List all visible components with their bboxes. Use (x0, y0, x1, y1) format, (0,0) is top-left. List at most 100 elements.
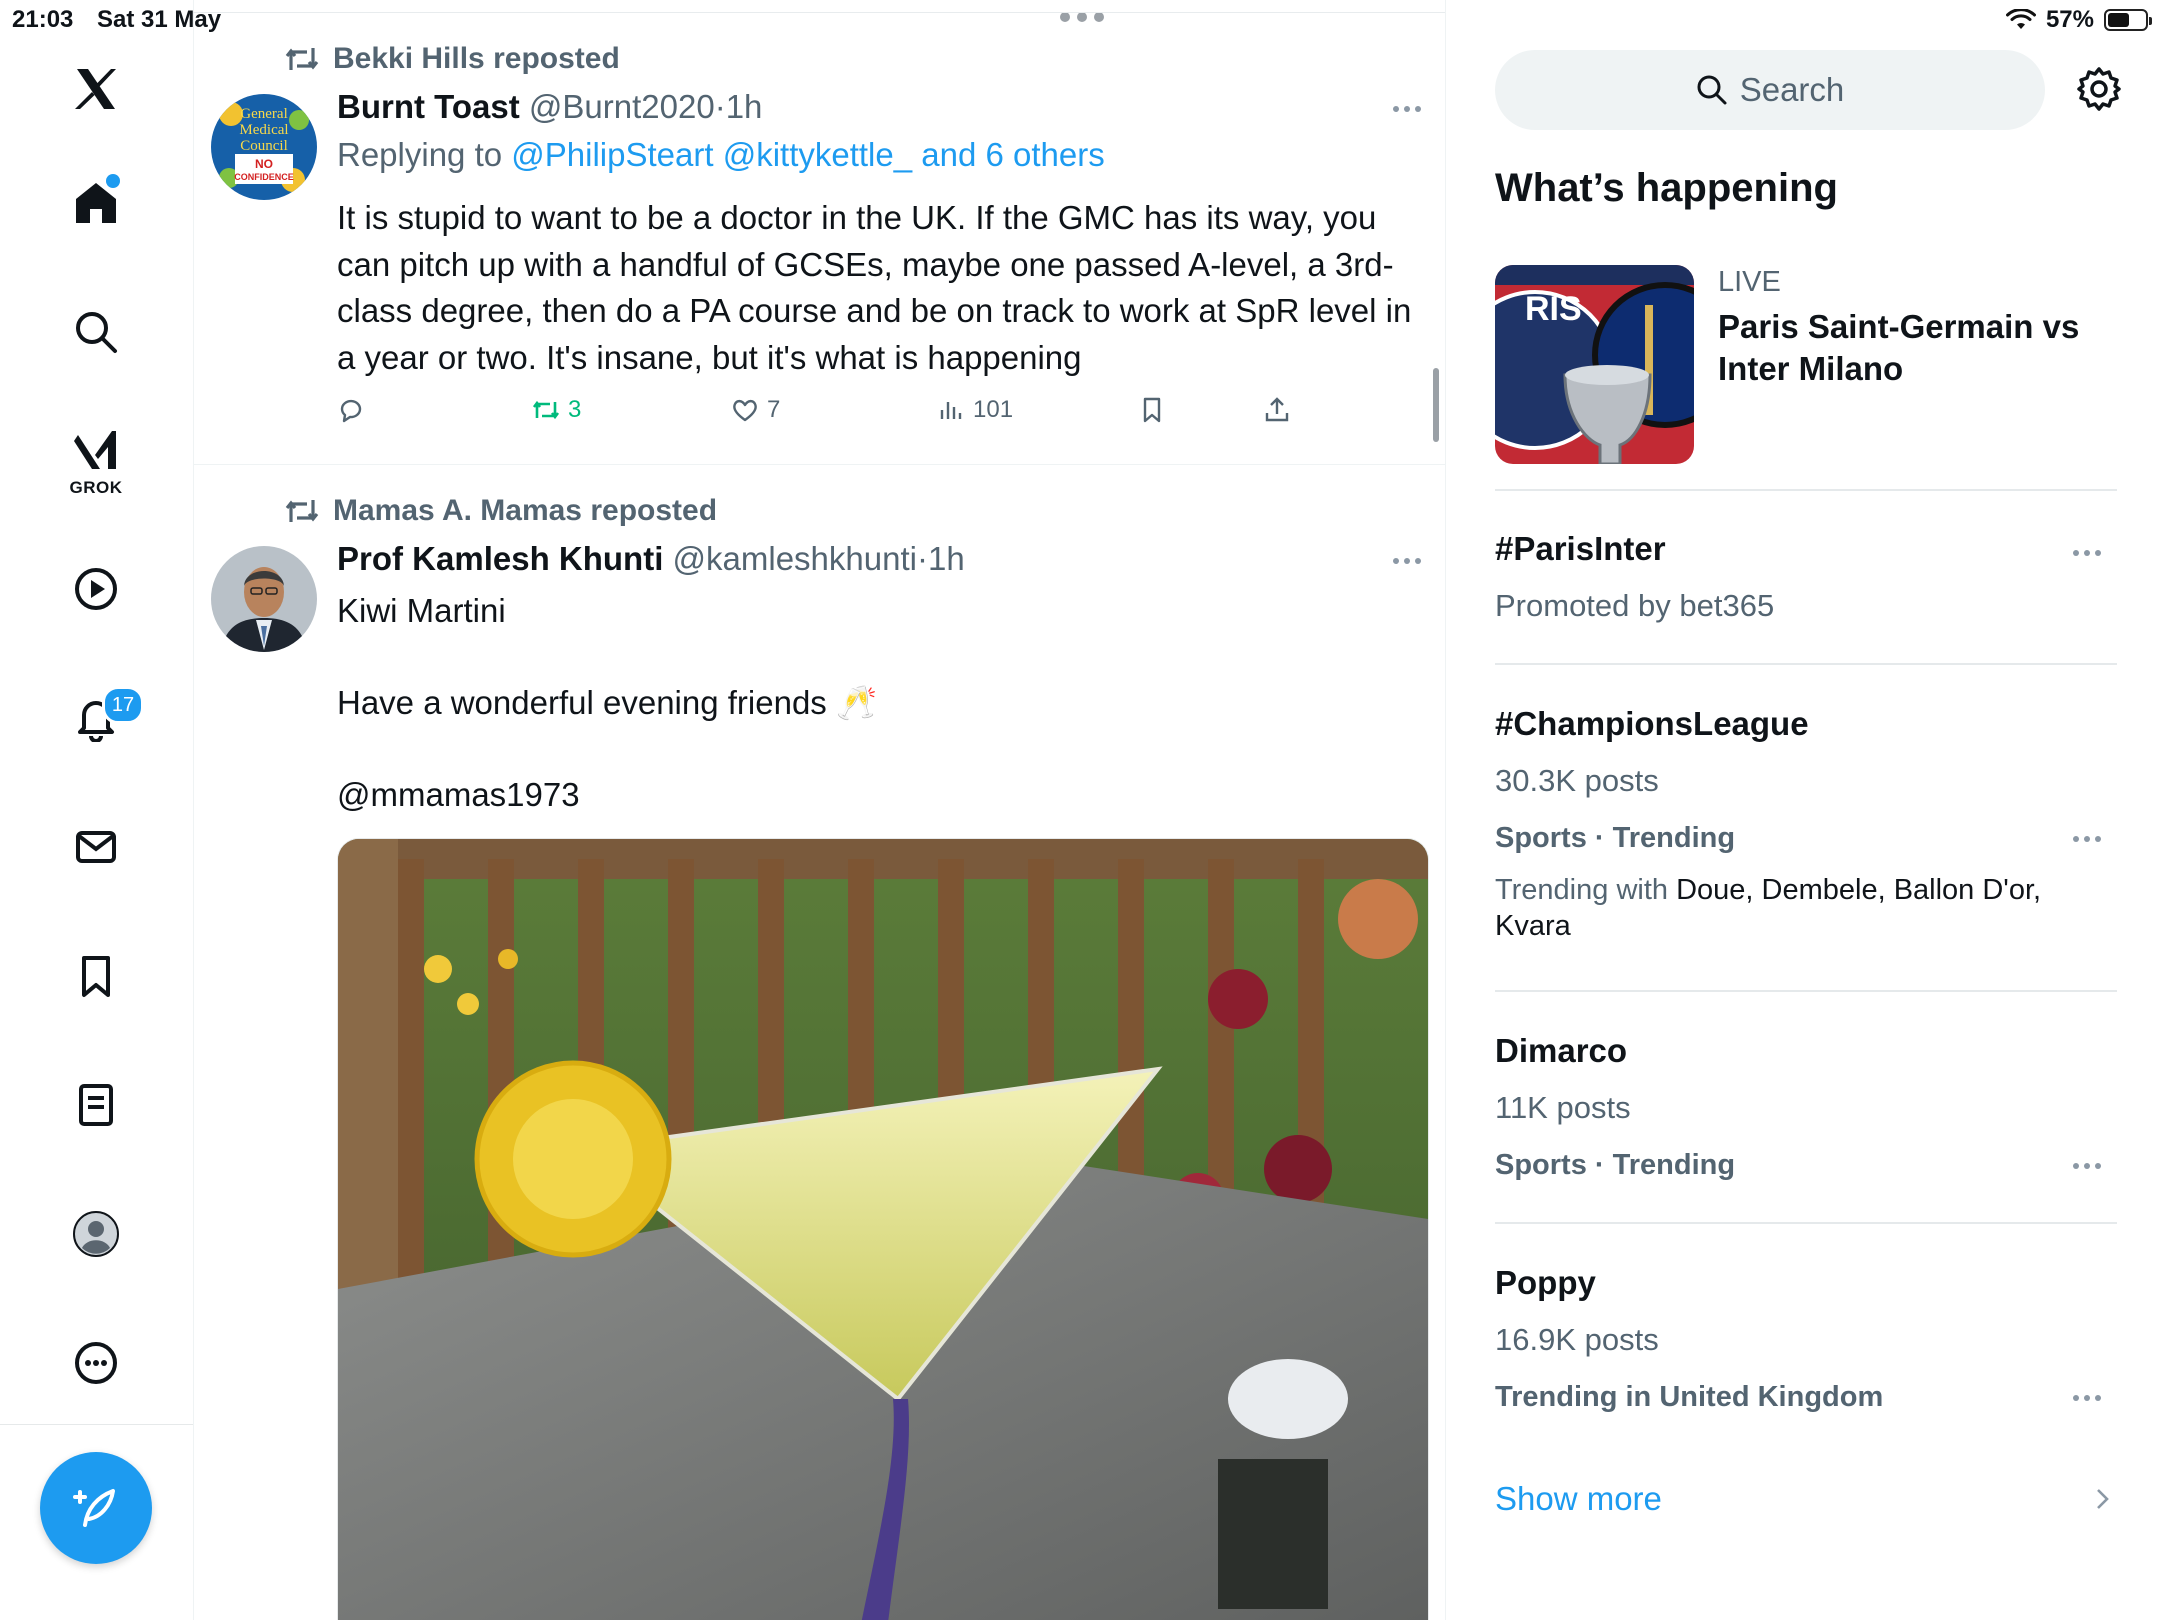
reply-icon (340, 399, 362, 423)
replying-links[interactable]: @PhilipSteart @kittykettle_ and 6 others (511, 136, 1104, 173)
chevron-right-icon (2097, 1489, 2109, 1509)
tweet-more-icon[interactable] (1393, 558, 1421, 564)
mention-link[interactable]: @mmamas1973 (337, 772, 1427, 819)
trend-category: Sports · Trending (1495, 822, 1736, 854)
video-icon[interactable] (61, 554, 131, 624)
compose-feather-icon (73, 1489, 115, 1527)
bookmark-icon (1143, 397, 1161, 423)
views-button[interactable]: 101 (937, 396, 1013, 424)
trend-divider (1495, 1222, 2117, 1224)
trend-title[interactable]: #ParisInter (1495, 530, 1666, 568)
bookmark-button[interactable] (1138, 396, 1166, 424)
trend-divider (1495, 489, 2117, 491)
trend-category: Sports · Trending (1495, 1149, 1736, 1181)
time-separator: · (916, 540, 928, 577)
avatar[interactable] (211, 546, 317, 652)
tweet-time[interactable]: 1h (726, 88, 763, 125)
trend-divider (1495, 663, 2117, 665)
retweet-button[interactable]: 3 (532, 396, 581, 424)
messages-icon[interactable] (61, 812, 131, 882)
time-separator: · (714, 88, 726, 125)
compose-post-button[interactable] (40, 1452, 152, 1564)
author-handle[interactable]: @Burnt2020 (529, 88, 715, 125)
views-chart-icon (940, 402, 962, 419)
bookmarks-icon[interactable] (61, 941, 131, 1011)
svg-text:CONFIDENCE: CONFIDENCE (234, 172, 294, 182)
repost-icon (285, 500, 319, 522)
svg-text:RIS: RIS (1525, 290, 1582, 328)
repost-indicator: Bekki Hills reposted (285, 42, 620, 76)
repost-label: Mamas A. Mamas reposted (333, 494, 718, 527)
reply-button[interactable] (337, 396, 365, 424)
author-handle[interactable]: @kamleshkhunti (673, 540, 917, 577)
trend-title[interactable]: #ChampionsLeague (1495, 705, 1809, 743)
search-placeholder: Search (1739, 71, 1845, 108)
heart-icon (733, 399, 757, 422)
author-name[interactable]: Burnt Toast (337, 88, 520, 125)
trend-divider (1495, 990, 2117, 992)
svg-text:Medical: Medical (239, 122, 288, 138)
live-event-title[interactable]: Paris Saint-Germain vs Inter Milano (1718, 306, 2138, 390)
notifications-badge: 17 (102, 686, 144, 724)
tweet-photo[interactable] (337, 838, 1429, 1620)
search-input[interactable]: Search (1495, 50, 2045, 130)
tweet-divider (193, 464, 1445, 465)
timeline-top-divider (193, 12, 1445, 13)
tweet-header: Burnt Toast @Burnt2020·1h (337, 88, 762, 126)
trending-with: Trending with Doue, Dembele, Ballon D'or… (1495, 872, 2095, 944)
trend-more-icon[interactable] (2073, 1163, 2101, 1169)
live-event-image[interactable]: RIS (1495, 265, 1694, 464)
replying-prefix: Replying to (337, 136, 503, 173)
scrollbar-thumb[interactable] (1433, 368, 1439, 442)
home-icon[interactable] (61, 168, 131, 238)
x-logo-icon[interactable] (61, 54, 131, 124)
svg-text:Council: Council (240, 138, 288, 154)
trend-category: Trending in United Kingdom (1495, 1381, 1884, 1413)
tweet-text-line: Have a wonderful evening friends 🥂 (337, 684, 878, 721)
views-count: 101 (973, 396, 1014, 423)
tweet-text-line: Kiwi Martini (337, 592, 506, 629)
tweet-text: It is stupid to want to be a doctor in t… (337, 199, 1412, 376)
timeline[interactable]: Bekki Hills reposted General Medical Cou… (193, 0, 1446, 1620)
show-more-link[interactable]: Show more (1495, 1480, 1662, 1518)
profile-avatar-icon[interactable] (61, 1199, 131, 1269)
home-unread-dot (106, 174, 120, 188)
lists-icon[interactable] (61, 1070, 131, 1140)
tweet-time[interactable]: 1h (928, 540, 965, 577)
share-button[interactable] (1263, 396, 1291, 424)
retweet-count: 3 (568, 396, 582, 423)
repost-label: Bekki Hills reposted (333, 42, 620, 75)
like-count: 7 (767, 396, 781, 423)
svg-text:General: General (240, 106, 287, 122)
repost-icon (285, 48, 319, 70)
retweet-icon (532, 400, 560, 420)
trend-more-icon[interactable] (2073, 836, 2101, 842)
nav-divider (0, 1424, 193, 1425)
live-label: LIVE (1718, 266, 1781, 298)
repost-indicator: Mamas A. Mamas reposted (285, 494, 717, 528)
trend-post-count: 30.3K posts (1495, 763, 1659, 798)
trend-title[interactable]: Dimarco (1495, 1032, 1627, 1070)
settings-gear-icon[interactable] (2074, 64, 2124, 114)
grok-label: GROK (69, 478, 123, 497)
left-navigation: GROK 17 (0, 0, 194, 1620)
whats-happening-heading: What’s happening (1495, 166, 1838, 210)
like-button[interactable]: 7 (731, 396, 780, 424)
tweet-header: Prof Kamlesh Khunti @kamleshkhunti·1h (337, 540, 965, 578)
trend-title[interactable]: Poppy (1495, 1264, 1596, 1302)
search-icon[interactable] (61, 297, 131, 367)
share-icon (1265, 397, 1289, 422)
more-options-icon[interactable] (61, 1328, 131, 1398)
svg-text:NO: NO (255, 157, 273, 171)
trending-with-prefix: Trending with (1495, 874, 1669, 906)
search-icon (1697, 75, 1727, 105)
trend-more-icon[interactable] (2073, 550, 2101, 556)
author-name[interactable]: Prof Kamlesh Khunti (337, 540, 663, 577)
trend-more-icon[interactable] (2073, 1395, 2101, 1401)
replying-to: Replying to @PhilipSteart @kittykettle_ … (337, 136, 1105, 174)
trend-post-count: 16.9K posts (1495, 1322, 1659, 1357)
tweet-more-icon[interactable] (1393, 106, 1421, 112)
right-sidebar: Search What’s happening RIS LIVE Paris S… (1446, 0, 2160, 1620)
avatar[interactable]: General Medical Council NO CONFIDENCE (211, 94, 317, 200)
trend-post-count: 11K posts (1495, 1090, 1631, 1125)
